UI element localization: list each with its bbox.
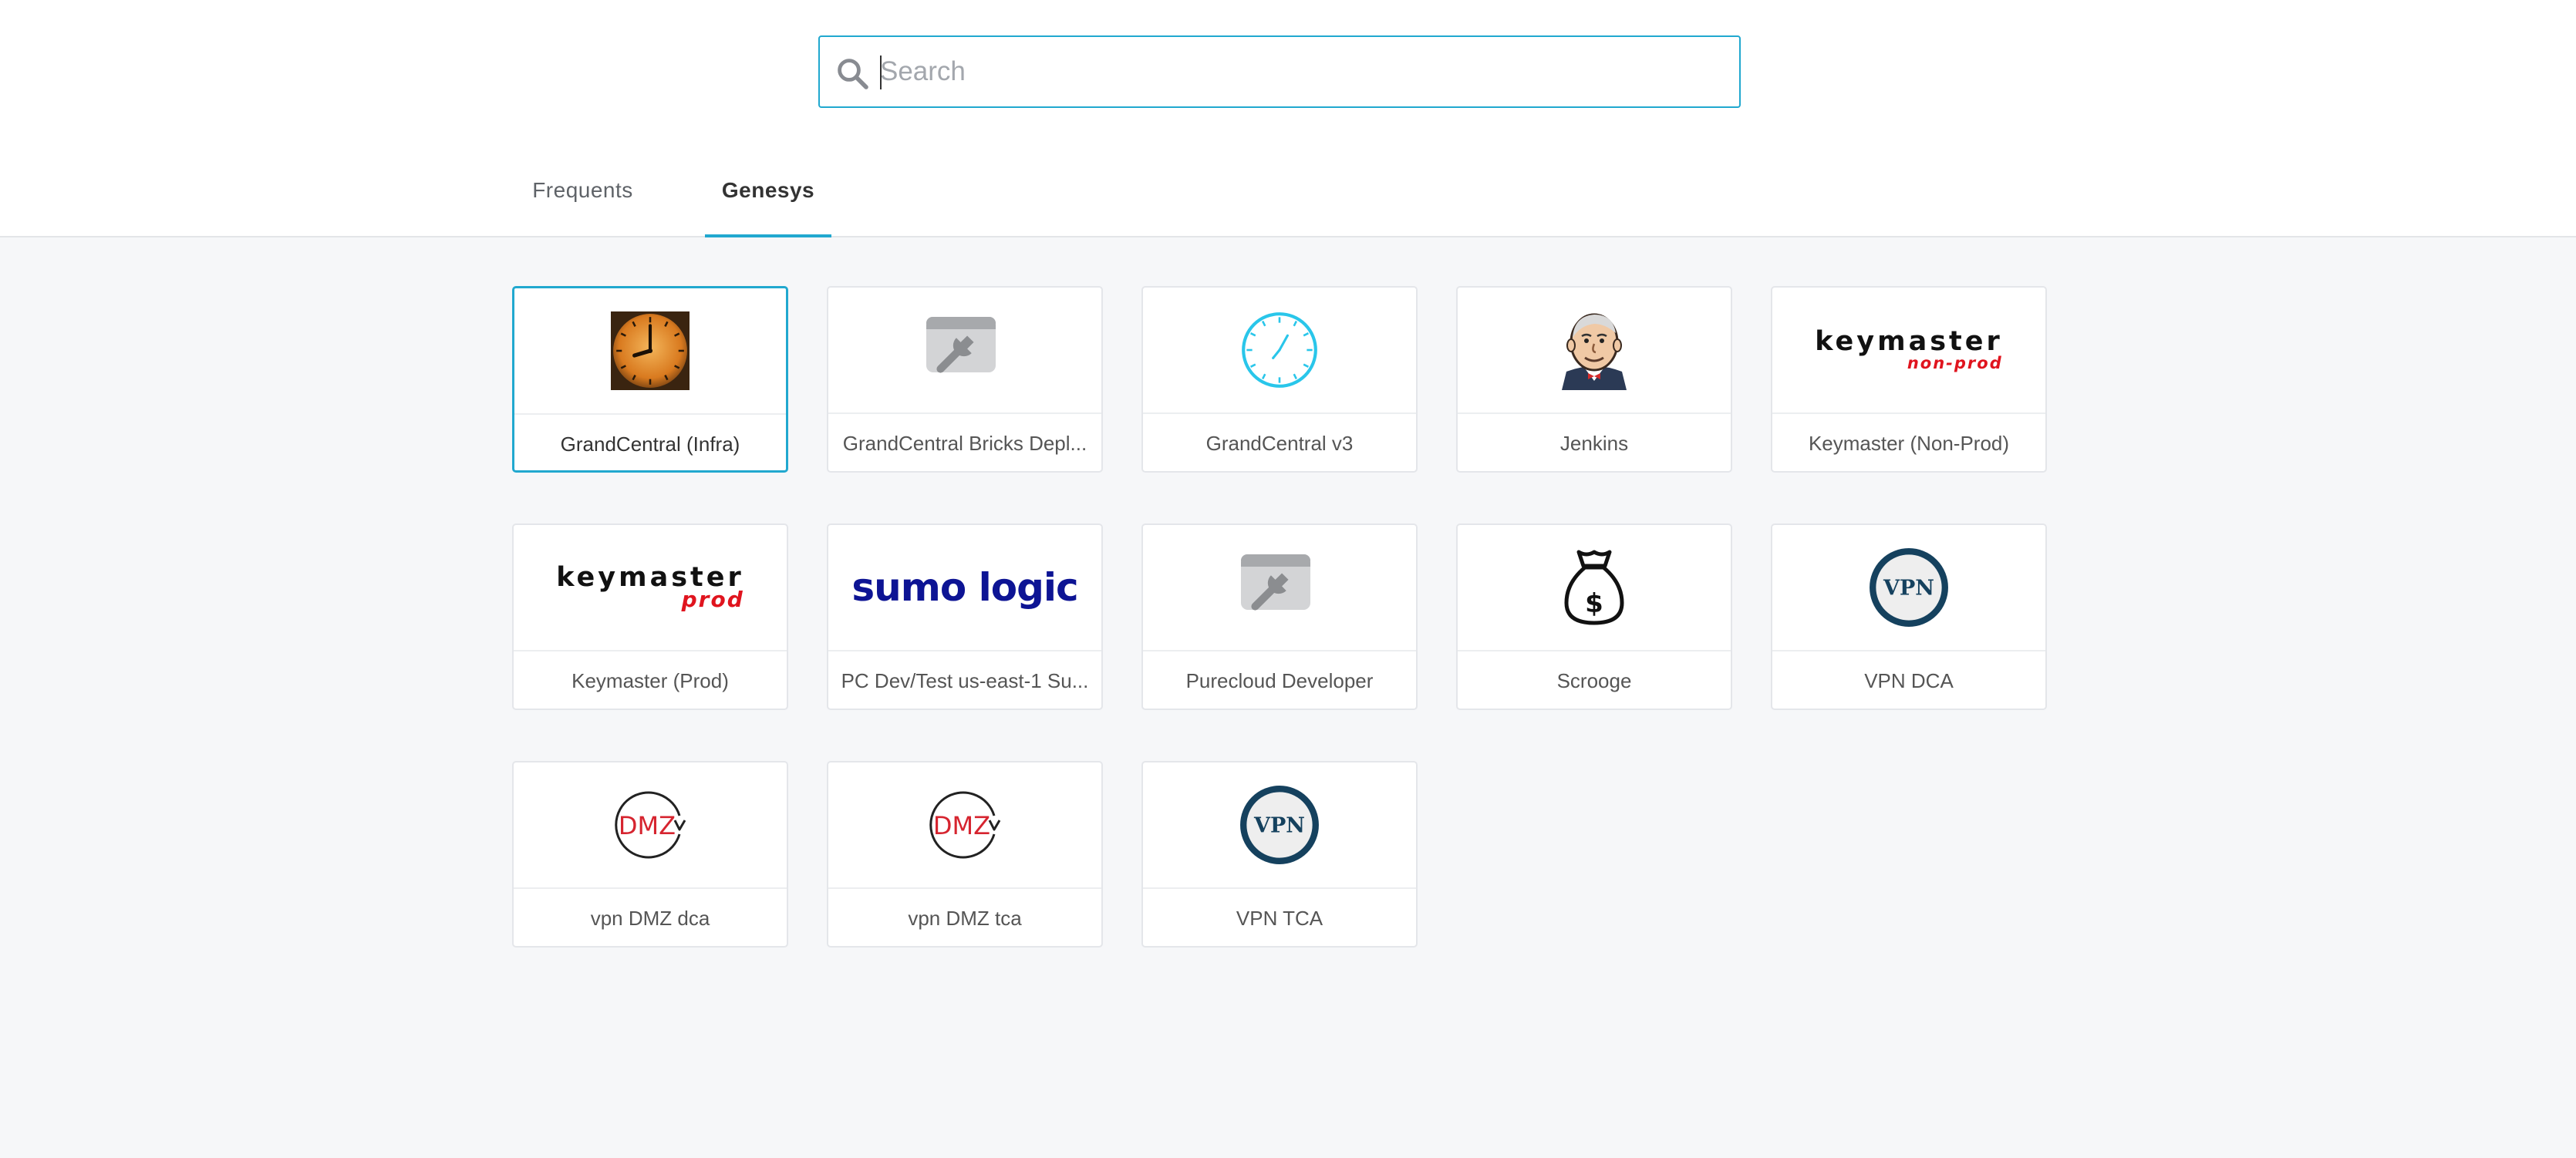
app-label: vpn DMZ tca <box>908 907 1022 930</box>
keymaster-nonprod-logo: keymaster non-prod <box>1815 326 2003 372</box>
svg-text:VPN: VPN <box>1253 813 1305 837</box>
svg-text:DMZ: DMZ <box>933 811 990 840</box>
sumo-logic-logo: sumo logic <box>851 565 1078 610</box>
vpn-badge-icon: VPN <box>1870 548 1948 627</box>
app-label: Purecloud Developer <box>1185 669 1374 692</box>
app-card-purecloud-developer[interactable]: Purecloud Developer <box>1141 523 1418 710</box>
jenkins-butler-icon <box>1562 313 1627 390</box>
app-label: GrandCentral (Infra) <box>560 433 740 456</box>
app-card-vpn-dmz-dca[interactable]: DMZ vpn DMZ dca <box>512 761 788 948</box>
search-box[interactable] <box>818 35 1741 108</box>
tab-genesys[interactable]: Genesys <box>705 151 831 237</box>
app-label: vpn DMZ dca <box>590 907 710 930</box>
svg-text:VPN: VPN <box>1883 576 1934 600</box>
app-card-scrooge[interactable]: $ Scrooge <box>1456 523 1732 710</box>
app-label: VPN DCA <box>1864 669 1954 692</box>
app-card-grandcentral-v3[interactable]: GrandCentral v3 <box>1141 286 1418 473</box>
svg-text:DMZ: DMZ <box>619 811 676 840</box>
dmz-icon: DMZ <box>929 791 1001 859</box>
app-card-grandcentral-bricks[interactable]: GrandCentral Bricks Depl... <box>827 286 1103 473</box>
header: Frequents Genesys <box>0 0 2576 237</box>
app-card-grandcentral-infra[interactable]: GrandCentral (Infra) <box>512 286 788 473</box>
app-label: Keymaster (Non-Prod) <box>1808 432 2010 455</box>
app-label: VPN TCA <box>1236 907 1323 930</box>
keymaster-prod-logo: keymaster prod <box>556 562 744 612</box>
app-label: Jenkins <box>1559 432 1629 455</box>
app-card-keymaster-prod[interactable]: keymaster prod Keymaster (Prod) <box>512 523 788 710</box>
tab-frequents[interactable]: Frequents <box>512 151 653 236</box>
app-label: Scrooge <box>1556 669 1632 692</box>
app-label: PC Dev/Test us-east-1 Su... <box>841 669 1089 692</box>
app-card-vpn-tca[interactable]: VPN VPN TCA <box>1141 761 1418 948</box>
app-card-vpn-dca[interactable]: VPN VPN DCA <box>1771 523 2047 710</box>
app-card-keymaster-nonprod[interactable]: keymaster non-prod Keymaster (Non-Prod) <box>1771 286 2047 473</box>
clock-outline-icon <box>1242 312 1317 388</box>
browser-wrench-icon <box>926 317 996 373</box>
search-icon <box>838 59 868 89</box>
search-input[interactable] <box>880 37 1721 106</box>
clock-photo-icon <box>611 311 690 390</box>
text-caret <box>880 56 882 89</box>
app-label: GrandCentral Bricks Depl... <box>842 432 1087 455</box>
app-label: Keymaster (Prod) <box>572 669 729 692</box>
browser-wrench-icon <box>1241 554 1310 611</box>
vpn-badge-icon: VPN <box>1240 786 1319 864</box>
app-card-vpn-dmz-tca[interactable]: DMZ vpn DMZ tca <box>827 761 1103 948</box>
money-bag-icon: $ <box>1564 550 1624 625</box>
svg-text:$: $ <box>1585 588 1603 619</box>
app-label: GrandCentral v3 <box>1205 432 1354 455</box>
app-card-sumo-logic[interactable]: sumo logic PC Dev/Test us-east-1 Su... <box>827 523 1103 710</box>
dmz-icon: DMZ <box>615 791 686 859</box>
app-card-jenkins[interactable]: Jenkins <box>1456 286 1732 473</box>
